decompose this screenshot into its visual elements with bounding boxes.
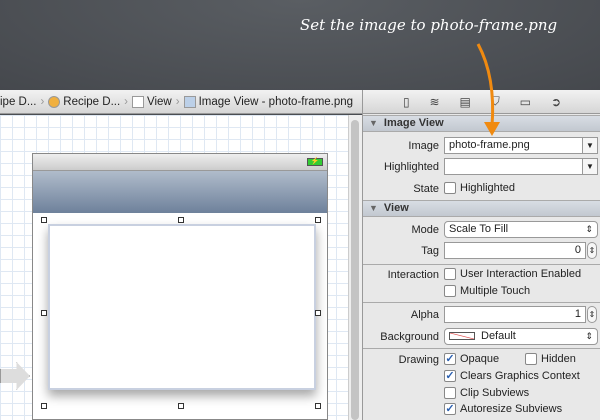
annotation-arrow-icon bbox=[476, 43, 500, 136]
